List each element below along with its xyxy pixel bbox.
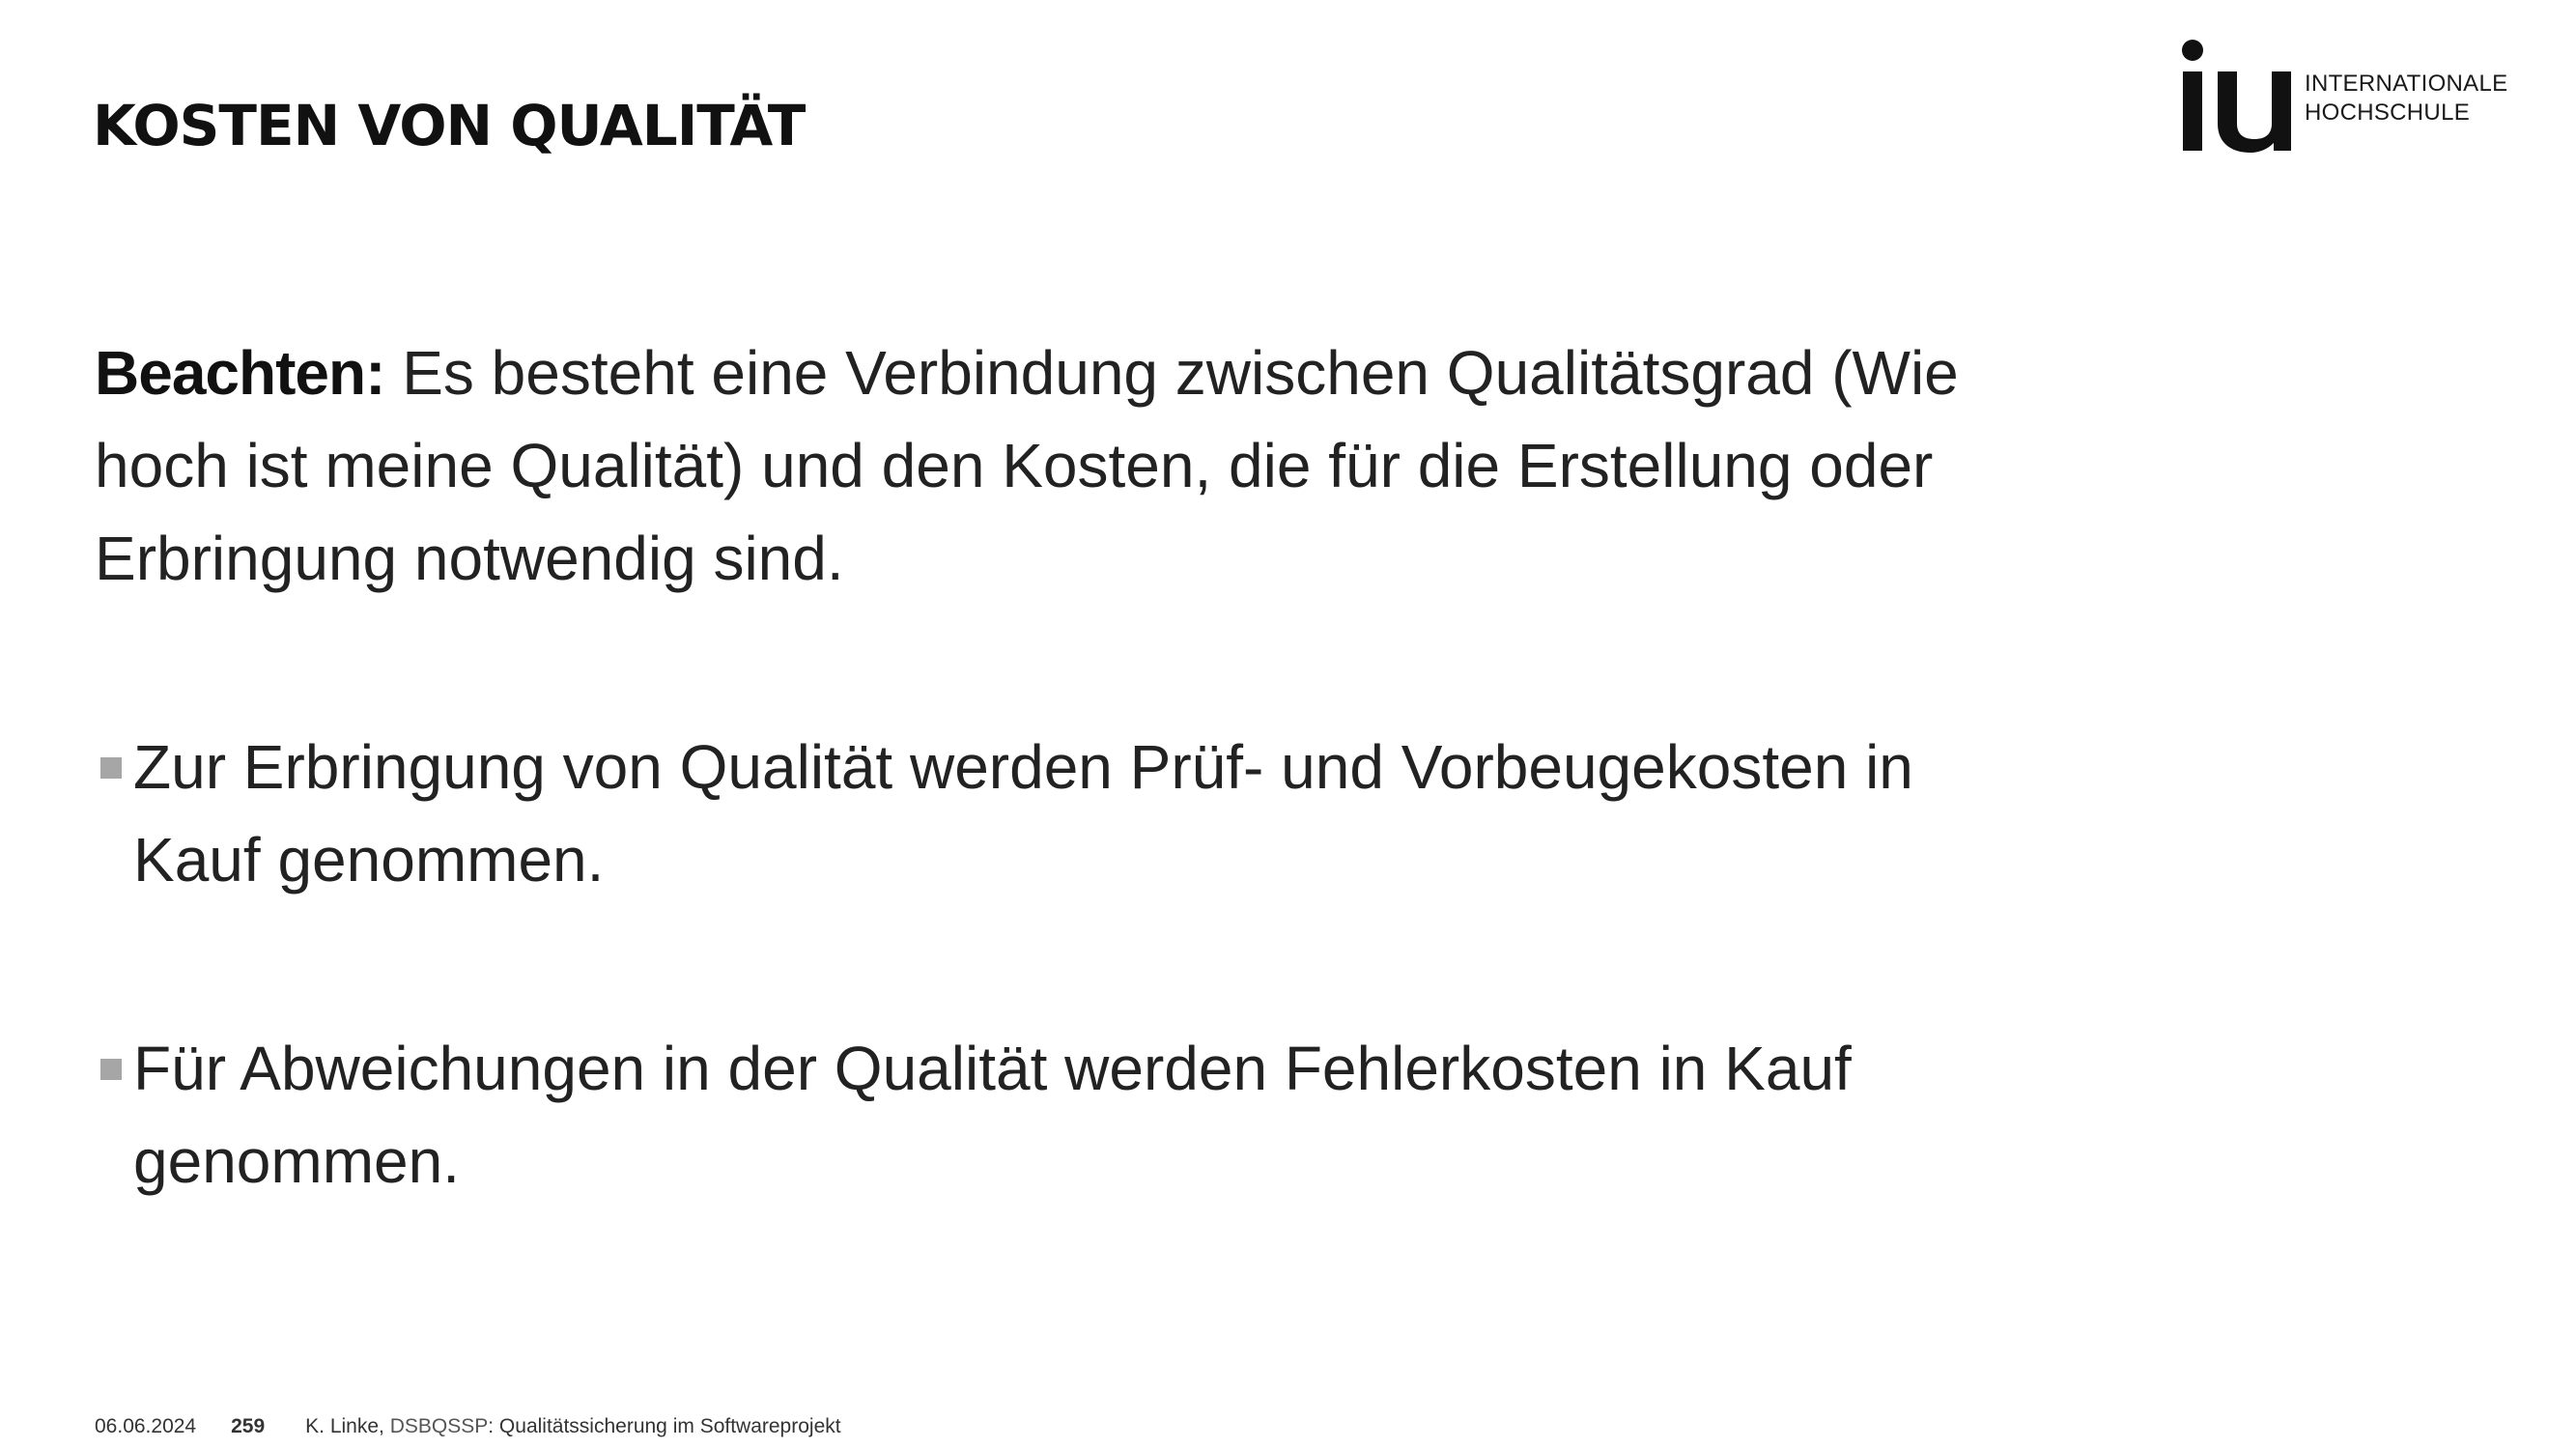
- logo-text: INTERNATIONALE HOCHSCHULE: [2305, 70, 2507, 128]
- bullet-item: Für Abweichungen in der Qualität werden …: [95, 1022, 1988, 1208]
- bullet-text: Für Abweichungen in der Qualität werden …: [133, 1034, 1852, 1196]
- bullet-item: Zur Erbringung von Qualität werden Prüf-…: [95, 721, 1988, 906]
- bullet-square-icon: [100, 757, 122, 779]
- footer-date: 06.06.2024: [95, 1415, 197, 1437]
- bullet-square-icon: [100, 1059, 122, 1080]
- footer-course-title: : Qualitätssicherung im Softwareprojekt: [488, 1415, 841, 1437]
- iu-logo-mark: [2182, 40, 2291, 153]
- slide-title: KOSTEN VON QUALITÄT: [93, 93, 806, 158]
- footer-course-code: DSBQSSP: [389, 1415, 489, 1437]
- bullet-text: Zur Erbringung von Qualität werden Prüf-…: [133, 732, 1913, 895]
- intro-paragraph: Beachten: Es besteht eine Verbindung zwi…: [95, 327, 1988, 605]
- footer-author: K. Linke,: [305, 1415, 390, 1437]
- logo-line-1: INTERNATIONALE: [2305, 71, 2508, 97]
- iu-logo: INTERNATIONALE HOCHSCHULE: [2173, 35, 2507, 160]
- slide-content: Beachten: Es besteht eine Verbindung zwi…: [95, 327, 1988, 1196]
- slide-footer: 06.06.2024 259 K. Linke, DSBQSSP: Qualität…: [95, 1413, 841, 1440]
- intro-lead: Beachten:: [95, 338, 385, 408]
- logo-line-2: HOCHSCHULE: [2305, 99, 2471, 126]
- footer-page-number: 259: [231, 1415, 266, 1437]
